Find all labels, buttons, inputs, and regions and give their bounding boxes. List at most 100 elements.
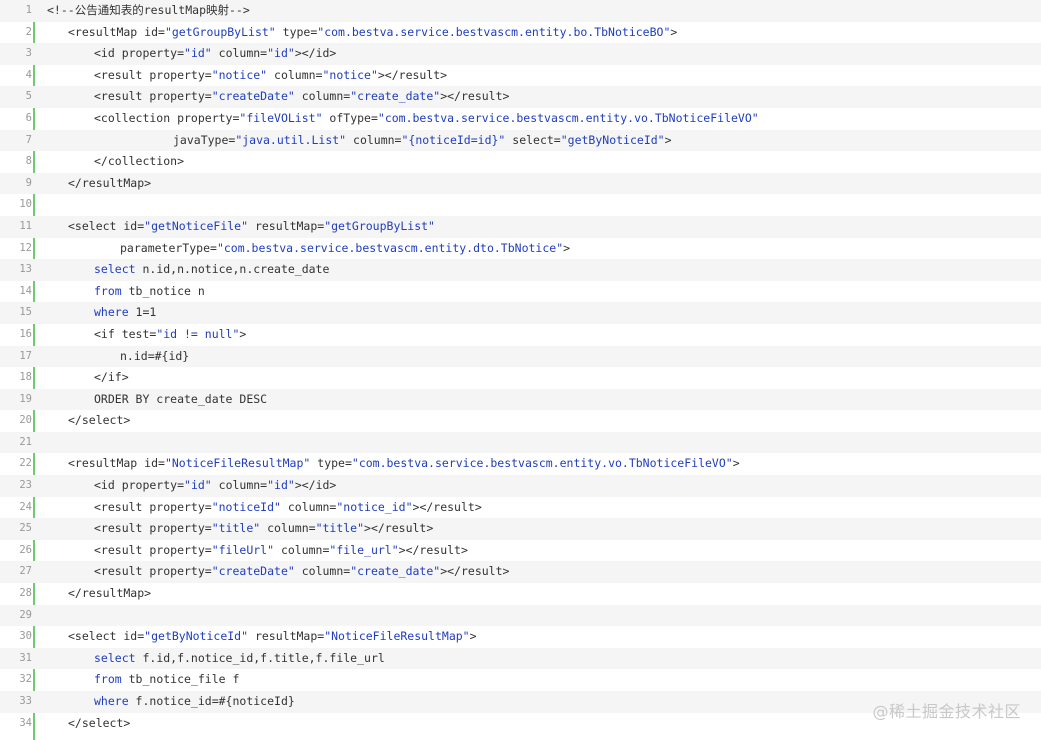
code-text: <result property="notice" column="notice… [94, 65, 447, 87]
line-number: 31 [0, 648, 32, 670]
code-text: <result property="title" column="title">… [94, 518, 433, 540]
line-number-text: 27 [19, 565, 32, 578]
code-token: select [94, 650, 136, 665]
code-token: column= [211, 46, 268, 61]
line-number-text: 10 [19, 198, 32, 211]
code-token: "create_date" [350, 564, 441, 579]
code-token: column= [267, 67, 323, 82]
code-token: parameterType= [120, 240, 217, 255]
code-token: <result property= [94, 89, 212, 104]
code-text: ORDER BY create_date DESC [94, 389, 267, 411]
code-token: n.id,n.notice,n.create_date [135, 262, 330, 277]
code-line: 23 <id property="id" column="id"></id> [0, 475, 1041, 497]
code-token: <collection property= [94, 110, 240, 125]
code-token: resultMap= [248, 629, 325, 644]
code-token: "fileUrl" [211, 542, 275, 557]
code-line: 24 <result property="noticeId" column="no… [0, 497, 1041, 519]
line-number: 14 [0, 281, 32, 303]
line-number: 29 [0, 605, 32, 627]
code-line: 32 from tb_notice_file f [0, 669, 1041, 691]
code-token: <if test= [94, 326, 157, 341]
code-token: f.id,f.notice_id,f.title,f.file_url [135, 650, 385, 665]
line-number-text: 34 [19, 716, 32, 729]
code-token: "com.bestva.service.bestvascm.entity.dto… [216, 240, 564, 255]
code-text: </if> [94, 367, 129, 389]
line-number-text: 4 [25, 68, 32, 81]
line-number-text: 31 [19, 651, 32, 664]
code-line: 14 from tb_notice n [0, 281, 1041, 303]
code-line: 11 <select id="getNoticeFile" resultMap="… [0, 215, 1041, 238]
code-text: <collection property="fileVOList" ofType… [94, 108, 759, 130]
code-token: "java.util.List" [235, 132, 347, 147]
line-number: 19 [0, 389, 32, 411]
code-token: > [664, 132, 672, 147]
line-number: 20 [0, 410, 32, 432]
code-text: <result property="createDate" column="cr… [94, 86, 509, 108]
code-text: <result property="noticeId" column="noti… [94, 497, 482, 519]
line-number-text: 8 [25, 155, 32, 168]
code-token: <resultMap id= [68, 456, 165, 471]
code-text: select f.id,f.notice_id,f.title,f.file_u… [94, 648, 385, 670]
code-text: </select> [68, 410, 130, 432]
code-token: javaType= [173, 132, 236, 147]
code-text: </collection> [94, 151, 184, 173]
line-number: 4 [0, 65, 32, 87]
line-number: 13 [0, 259, 32, 281]
code-line: 16 <if test="id != null"> [0, 324, 1041, 346]
line-number: 26 [0, 540, 32, 562]
code-text: from tb_notice_file f [94, 669, 239, 691]
code-line: 21 [0, 431, 1041, 454]
code-token: column= [346, 132, 402, 147]
code-token: "com.bestva.service.bestvascm.entity.vo.… [351, 456, 733, 471]
code-token: "{noticeId=id}" [401, 132, 506, 147]
line-number: 30 [0, 626, 32, 648]
code-line: 17 n.id=#{id} [0, 345, 1041, 368]
code-token: </select> [68, 413, 131, 428]
code-token: "id" [184, 46, 212, 61]
code-token: "com.bestva.service.bestvascm.entity.vo.… [377, 110, 759, 125]
code-text: <result property="fileUrl" column="file_… [94, 540, 468, 562]
line-number: 8 [0, 151, 32, 173]
code-token: column= [294, 89, 351, 104]
code-token: "getGroupByList" [324, 218, 435, 233]
line-number: 15 [0, 302, 32, 324]
code-token: > [239, 326, 247, 341]
code-text: javaType="java.util.List" column="{notic… [173, 130, 672, 152]
code-line: 29 [0, 604, 1041, 627]
watermark: @稀土掘金技术社区 [872, 702, 1021, 721]
line-number-text: 26 [19, 543, 32, 556]
code-token: "com.bestva.service.bestvascm.entity.bo.… [317, 24, 671, 39]
code-token: ></result> [364, 521, 434, 536]
code-token: "create_date" [350, 89, 441, 104]
code-token: <select id= [68, 629, 145, 644]
code-text: </resultMap> [68, 173, 151, 195]
line-number-text: 16 [19, 327, 32, 340]
code-token: <id property= [94, 46, 185, 61]
code-token: ORDER BY create_date DESC [94, 391, 268, 406]
code-line: 4 <result property="notice" column="notic… [0, 65, 1041, 87]
code-token: "title" [315, 521, 365, 536]
line-number-text: 14 [19, 284, 32, 297]
line-number-text: 11 [19, 219, 32, 232]
line-number: 17 [0, 346, 32, 368]
code-token: from [94, 283, 122, 298]
code-text: <select id="getByNoticeId" resultMap="No… [68, 626, 477, 648]
code-line: 22 <resultMap id="NoticeFileResultMap" ty… [0, 453, 1041, 475]
code-token: "title" [211, 521, 261, 536]
line-number: 7 [0, 130, 32, 152]
line-number: 21 [0, 432, 32, 454]
line-number-text: 25 [19, 522, 32, 535]
code-token: 1=1 [128, 305, 157, 320]
code-token: tb_notice n [121, 283, 205, 298]
code-line: 25 <result property="title" column="title… [0, 518, 1041, 540]
code-token: column= [260, 521, 316, 536]
line-number-text: 5 [25, 90, 32, 103]
line-number-text: 21 [19, 435, 32, 448]
code-text: <id property="id" column="id"></id> [94, 43, 336, 65]
line-number-text: 32 [19, 673, 32, 686]
line-number-text: 3 [25, 47, 32, 60]
line-number: 23 [0, 475, 32, 497]
line-number: 2 [0, 22, 32, 44]
code-text: <!--公告通知表的resultMap映射--> [47, 0, 250, 22]
code-view: 1 <!--公告通知表的resultMap映射--> 2 <resultMap id=… [0, 0, 1041, 740]
